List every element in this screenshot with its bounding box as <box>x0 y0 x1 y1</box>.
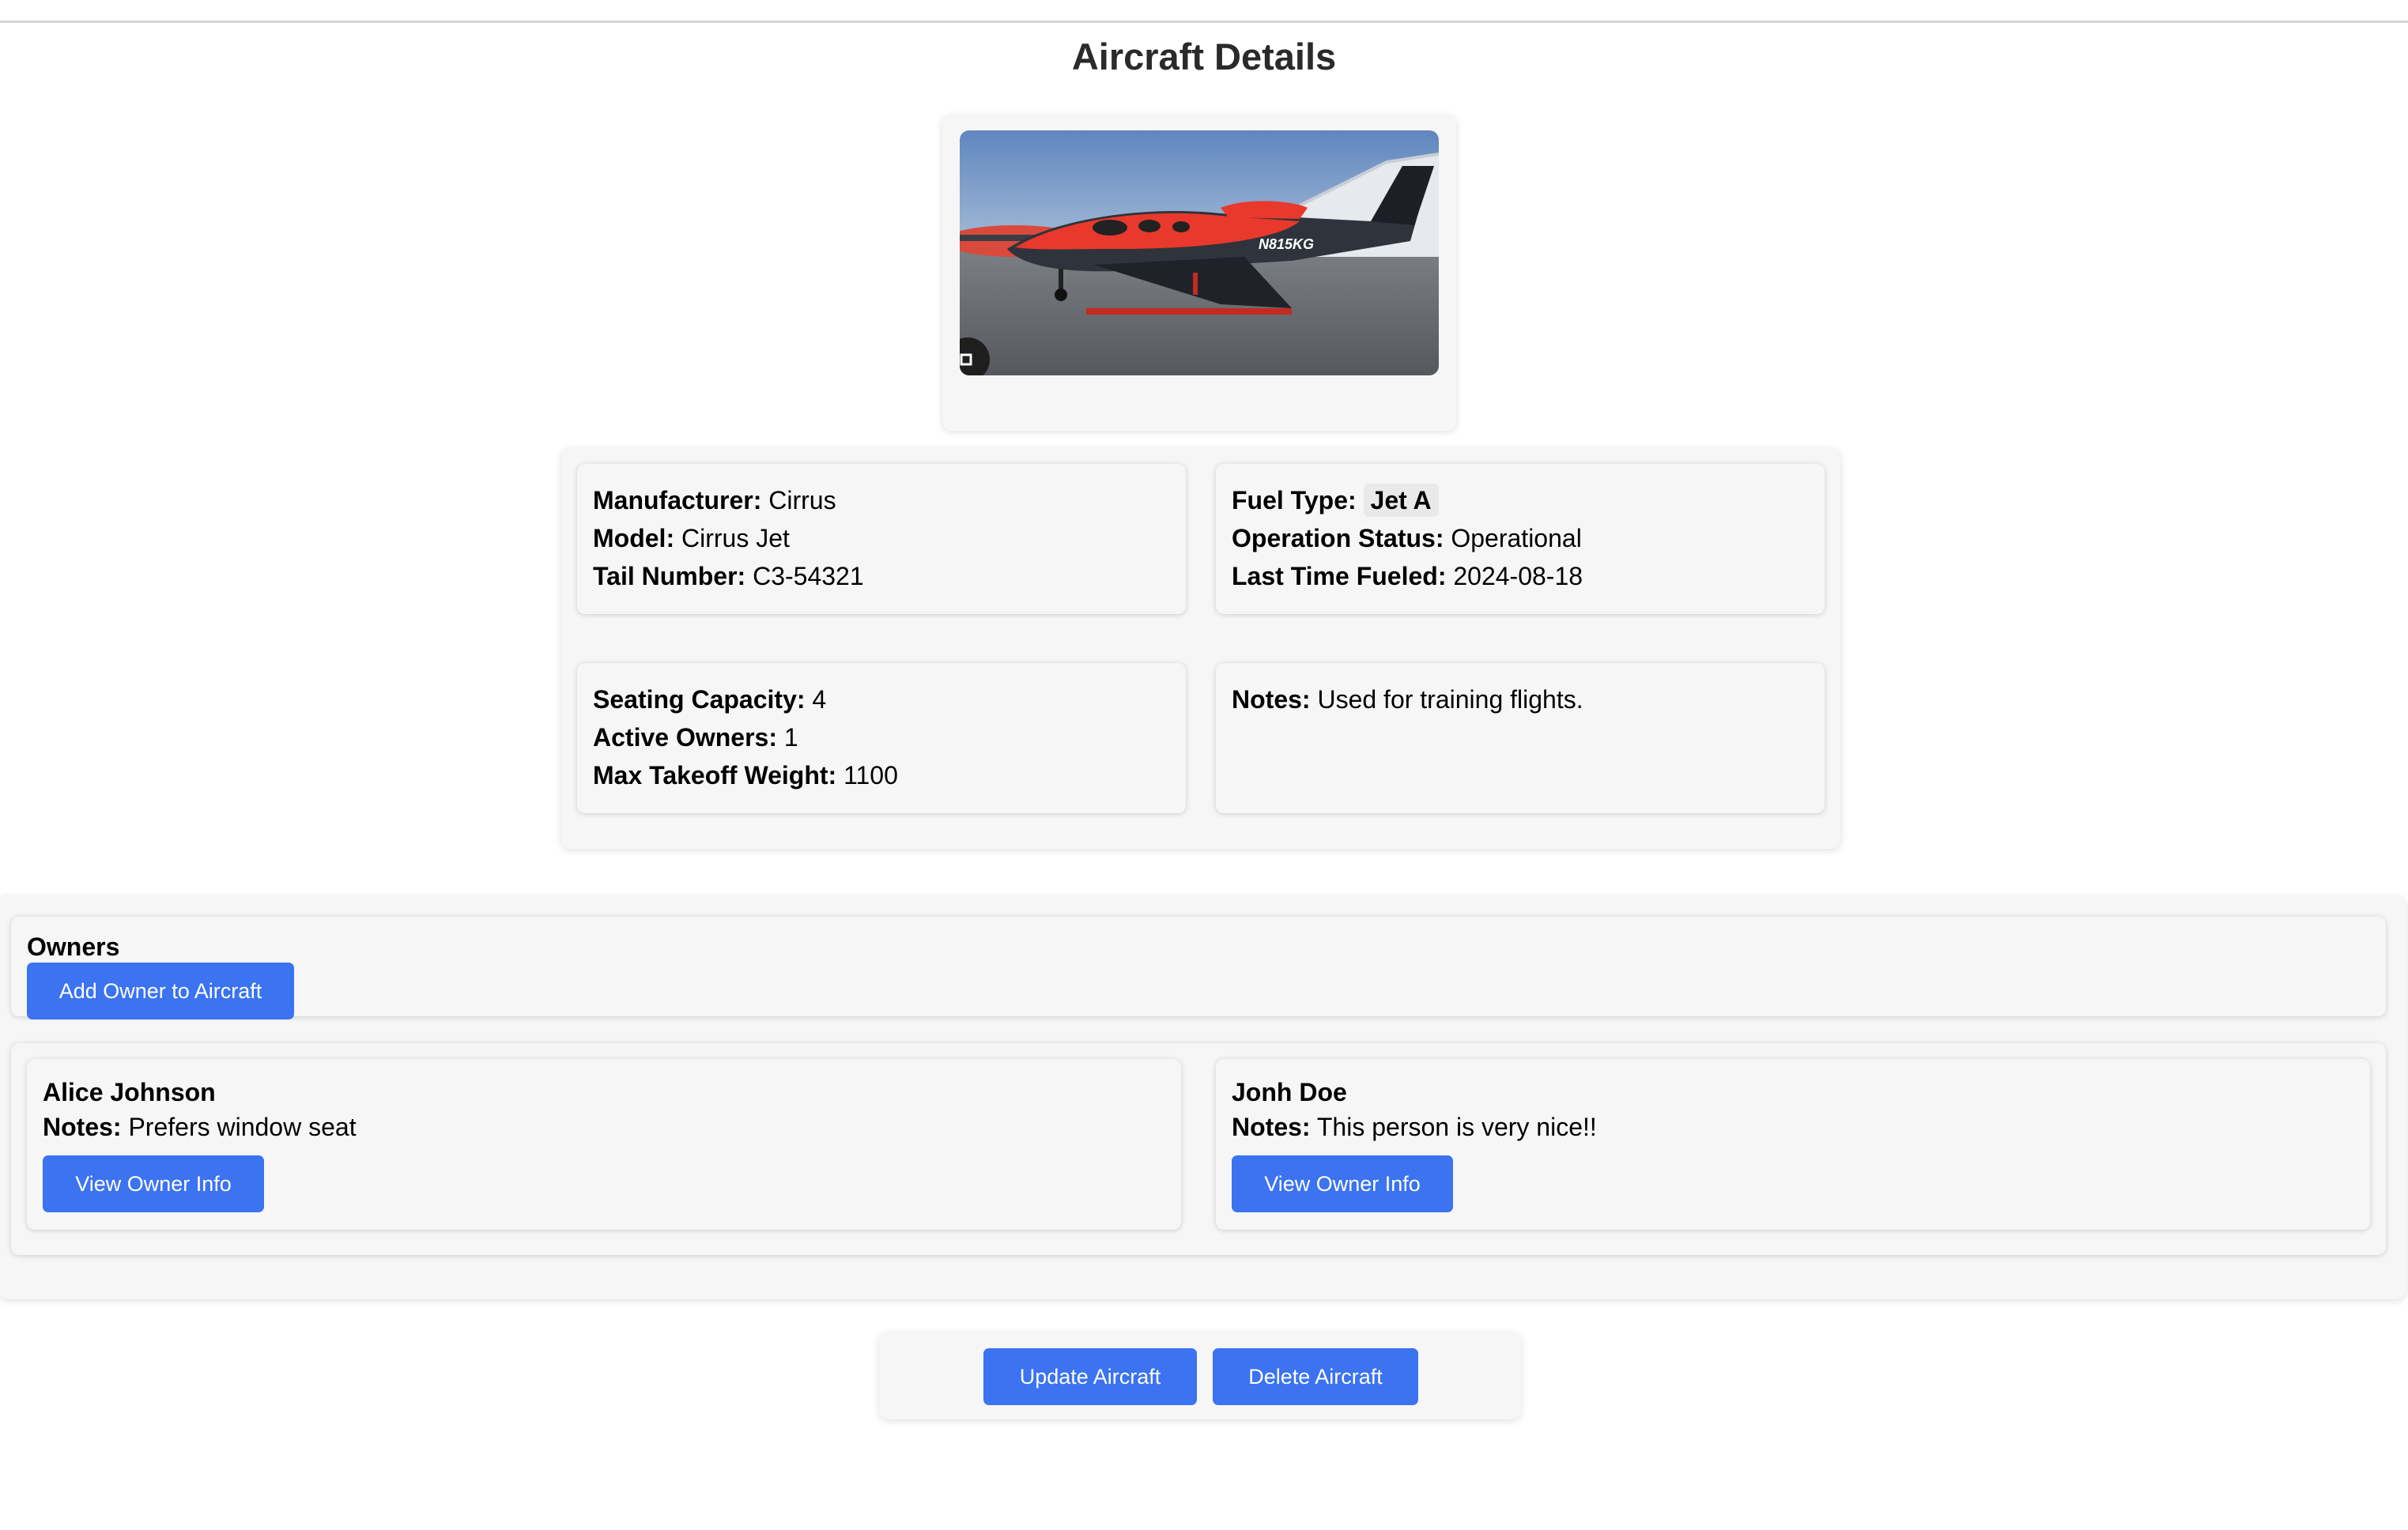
owners-section: Owners Add Owner to Aircraft Alice Johns… <box>0 896 2406 1299</box>
notes-row: Notes: Used for training flights. <box>1232 685 1583 714</box>
capacity-panel: Seating Capacity: 4 Active Owners: 1 Max… <box>577 663 1186 813</box>
specs-panel: Manufacturer: Cirrus Model: Cirrus Jet T… <box>577 464 1186 614</box>
owner-name: Jonh Doe <box>1232 1078 1347 1106</box>
top-divider <box>0 21 2408 23</box>
aircraft-photo: N815KG <box>960 130 1439 375</box>
max-takeoff-weight-row: Max Takeoff Weight: 1100 <box>593 761 898 789</box>
update-aircraft-button[interactable]: Update Aircraft <box>983 1348 1197 1405</box>
owner-notes: Notes: This person is very nice!! <box>1232 1113 1597 1141</box>
aircraft-image-card: N815KG <box>942 115 1456 431</box>
add-owner-button[interactable]: Add Owner to Aircraft <box>27 963 294 1019</box>
owners-header: Owners Add Owner to Aircraft <box>11 917 2386 1019</box>
seating-capacity-row: Seating Capacity: 4 <box>593 685 827 714</box>
aircraft-actions-card: Update Aircraft Delete Aircraft <box>879 1332 1521 1419</box>
owner-name: Alice Johnson <box>43 1078 216 1106</box>
owner-card: Alice Johnson Notes: Prefers window seat… <box>27 1059 1181 1230</box>
view-owner-info-button[interactable]: View Owner Info <box>1232 1155 1453 1212</box>
owners-title: Owners <box>27 933 120 961</box>
active-owners-row: Active Owners: 1 <box>593 723 798 752</box>
delete-aircraft-button[interactable]: Delete Aircraft <box>1213 1348 1418 1405</box>
owner-card: Jonh Doe Notes: This person is very nice… <box>1216 1059 2370 1230</box>
last-fueled-row: Last Time Fueled: 2024-08-18 <box>1232 562 1583 590</box>
svg-text:N815KG: N815KG <box>1259 236 1314 252</box>
manufacturer-row: Manufacturer: Cirrus <box>593 486 836 514</box>
fuel-type-row: Fuel Type: Jet A <box>1232 481 1583 519</box>
fuel-panel: Fuel Type: Jet A Operation Status: Opera… <box>1216 464 1825 614</box>
view-owner-info-button[interactable]: View Owner Info <box>43 1155 264 1212</box>
notes-panel: Notes: Used for training flights. <box>1216 663 1825 813</box>
model-row: Model: Cirrus Jet <box>593 524 790 552</box>
tail-number-row: Tail Number: C3-54321 <box>593 562 864 590</box>
owners-list: Alice Johnson Notes: Prefers window seat… <box>11 1043 2386 1255</box>
operation-status-row: Operation Status: Operational <box>1232 524 1582 552</box>
fuel-type-badge: Jet A <box>1363 484 1439 517</box>
page-title: Aircraft Details <box>1071 36 1337 77</box>
owner-notes: Notes: Prefers window seat <box>43 1113 357 1141</box>
aircraft-details-card: Manufacturer: Cirrus Model: Cirrus Jet T… <box>561 448 1840 849</box>
